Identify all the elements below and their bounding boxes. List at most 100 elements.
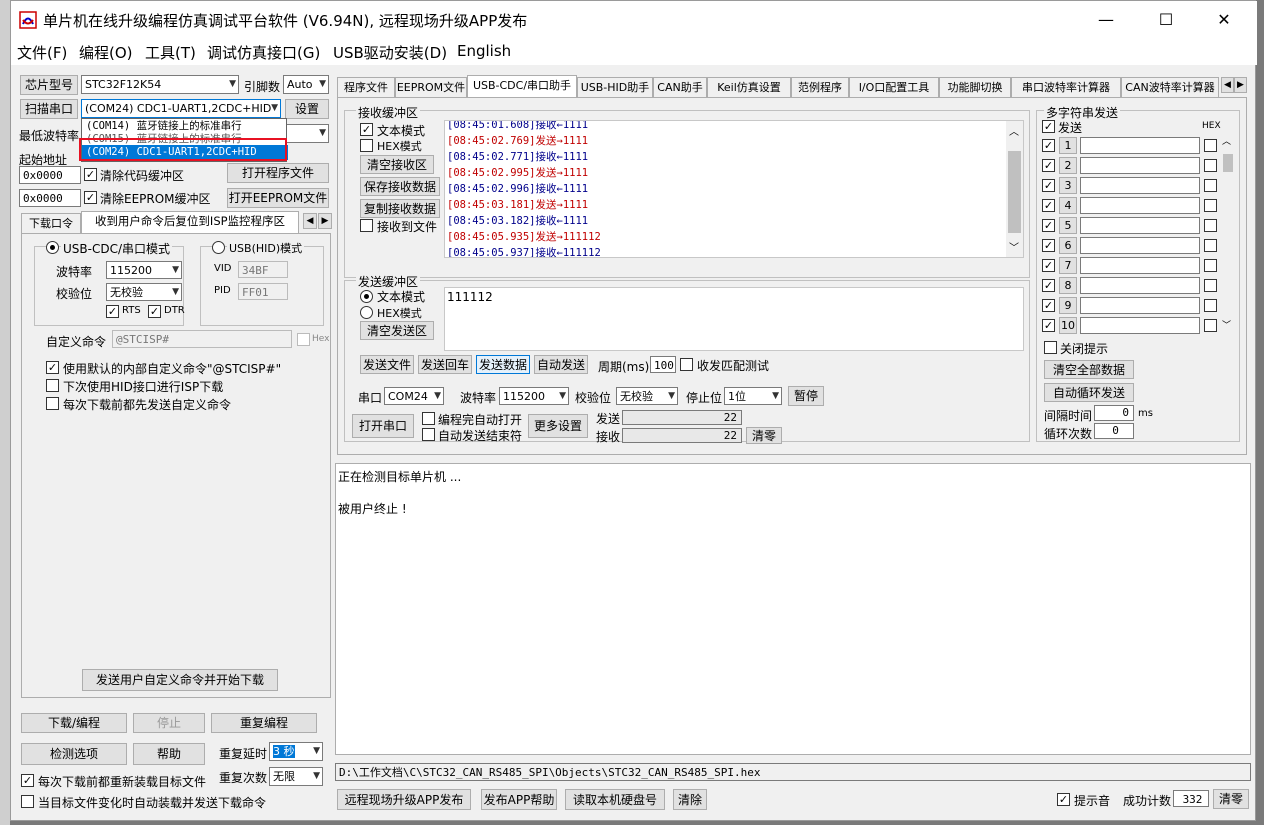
multi-row-checkbox[interactable]: ✓ [1042, 139, 1055, 152]
baud-select[interactable]: 115200 ▼ [106, 261, 182, 279]
receive-scrollbar[interactable]: ︿ ﹀ [1006, 121, 1023, 257]
dtr-checkbox[interactable]: ✓ [148, 305, 161, 318]
publish-help-button[interactable]: 发布APP帮助 [481, 789, 557, 810]
send-textarea[interactable]: 111112 [444, 287, 1024, 351]
menu-usb-driver[interactable]: USB驱动安装(D) [333, 42, 447, 63]
auto-open-checkbox[interactable] [422, 412, 435, 425]
help-button[interactable]: 帮助 [133, 743, 205, 765]
multi-row-send-button[interactable]: 3 [1059, 177, 1077, 194]
clear-all-button[interactable]: 清空全部数据 [1044, 360, 1134, 379]
repeat-delay-select[interactable]: 3 秒 ▼ [269, 742, 323, 761]
output-log[interactable]: 正在检测目标单片机 ... 被用户终止 ! [335, 463, 1251, 755]
menu-program[interactable]: 编程(O) [79, 42, 133, 63]
scan-port-button[interactable]: 扫描串口 [20, 99, 78, 119]
scroll-down-icon[interactable]: ﹀ [1009, 239, 1019, 254]
multi-row-input[interactable] [1080, 177, 1200, 194]
use-default-cmd-checkbox[interactable]: ✓ [46, 361, 59, 374]
menu-debug[interactable]: 调试仿真接口(G) [207, 42, 320, 63]
tab-download-password[interactable]: 下载口令 [21, 213, 81, 233]
multi-row-checkbox[interactable]: ✓ [1042, 299, 1055, 312]
send-text-mode-radio[interactable] [360, 290, 373, 303]
multi-send-all-checkbox[interactable]: ✓ [1042, 120, 1055, 133]
menu-file[interactable]: 文件(F) [17, 42, 67, 63]
title-bar[interactable]: 单片机在线升级编程仿真调试平台软件 (V6.94N), 远程现场升级APP发布 … [11, 1, 1257, 39]
send-file-button[interactable]: 发送文件 [360, 355, 414, 374]
port-select[interactable]: (COM24) CDC1-UART1,2CDC+HID ▼ [81, 99, 281, 118]
save-receive-button[interactable]: 保存接收数据 [360, 177, 440, 196]
auto-load-checkbox[interactable] [21, 795, 34, 808]
tab-usb-cdc-serial[interactable]: USB-CDC/串口助手 [467, 75, 577, 97]
open-program-button[interactable]: 打开程序文件 [227, 163, 329, 183]
multi-row-checkbox[interactable]: ✓ [1042, 179, 1055, 192]
auto-cycle-button[interactable]: 自动循环发送 [1044, 383, 1134, 402]
multi-row-checkbox[interactable]: ✓ [1042, 259, 1055, 272]
rts-checkbox[interactable]: ✓ [106, 305, 119, 318]
multi-row-input[interactable] [1080, 257, 1200, 274]
tab-scroll-right-icon[interactable]: ▶ [1234, 77, 1247, 93]
clear-code-checkbox[interactable]: ✓ [84, 168, 97, 181]
multi-row-send-button[interactable]: 6 [1059, 237, 1077, 254]
pause-button[interactable]: 暂停 [788, 386, 824, 406]
hex-checkbox[interactable] [297, 333, 310, 346]
send-data-button[interactable]: 发送数据 [476, 355, 530, 374]
multi-row-input[interactable] [1080, 157, 1200, 174]
tab-io-config[interactable]: I/O口配置工具 [849, 77, 939, 97]
multi-row-hex-checkbox[interactable] [1204, 299, 1217, 312]
stop-button[interactable]: 停止 [133, 713, 205, 733]
send-enter-button[interactable]: 发送回车 [418, 355, 472, 374]
download-program-button[interactable]: 下载/编程 [21, 713, 127, 733]
settings-button[interactable]: 设置 [285, 99, 329, 119]
tab-usb-hid[interactable]: USB-HID助手 [577, 77, 653, 97]
tab-program-file[interactable]: 程序文件 [337, 77, 395, 97]
reprogram-button[interactable]: 重复编程 [211, 713, 317, 733]
multi-row-send-button[interactable]: 9 [1059, 297, 1077, 314]
clear-count-button[interactable]: 清零 [746, 427, 782, 444]
read-disk-button[interactable]: 读取本机硬盘号 [565, 789, 665, 810]
multi-row-input[interactable] [1080, 217, 1200, 234]
tab-scroll-right-icon[interactable]: ▶ [318, 213, 332, 229]
multi-row-hex-checkbox[interactable] [1204, 259, 1217, 272]
clear-send-button[interactable]: 清空发送区 [360, 321, 434, 340]
clear-success-button[interactable]: 清零 [1213, 789, 1249, 809]
multi-scroll-thumb[interactable] [1223, 154, 1233, 172]
multi-row-input[interactable] [1080, 237, 1200, 254]
auto-send-button[interactable]: 自动发送 [534, 355, 588, 374]
multi-row-checkbox[interactable]: ✓ [1042, 279, 1055, 292]
cycle-input[interactable]: 0 [1094, 423, 1134, 439]
close-tips-checkbox[interactable] [1044, 341, 1057, 354]
multi-row-hex-checkbox[interactable] [1204, 239, 1217, 252]
tab-can[interactable]: CAN助手 [653, 77, 707, 97]
scroll-down-icon[interactable]: ﹀ [1222, 318, 1231, 331]
code-addr-input[interactable]: 0x0000 [19, 166, 81, 184]
send-custom-download-button[interactable]: 发送用户自定义命令并开始下载 [82, 669, 278, 691]
file-path-field[interactable]: D:\工作文档\C\STC32_CAN_RS485_SPI\Objects\ST… [335, 763, 1251, 781]
tab-eeprom-file[interactable]: EEPROM文件 [395, 77, 467, 97]
usb-hid-radio[interactable] [212, 241, 225, 254]
parity-select[interactable]: 无校验 ▼ [106, 283, 182, 301]
tab-can-baud-calc[interactable]: CAN波特率计算器 [1121, 77, 1219, 97]
tab-scroll-left-icon[interactable]: ◀ [303, 213, 317, 229]
eeprom-addr-input[interactable]: 0x0000 [19, 189, 81, 207]
auto-end-checkbox[interactable] [422, 428, 435, 441]
minimize-button[interactable]: — [1083, 5, 1129, 35]
clear-output-button[interactable]: 清除 [673, 789, 707, 810]
menu-english[interactable]: English [457, 42, 511, 60]
recv-hex-mode-checkbox[interactable] [360, 139, 373, 152]
receive-log[interactable]: [08:45:01.608]接收←1111 [08:45:02.769]发送→11… [444, 120, 1024, 258]
scroll-up-icon[interactable]: ︿ [1009, 123, 1019, 138]
chip-model-select[interactable]: STC32F12K54 ▼ [81, 75, 239, 94]
multi-row-checkbox[interactable]: ✓ [1042, 239, 1055, 252]
multi-row-hex-checkbox[interactable] [1204, 139, 1217, 152]
beep-checkbox[interactable]: ✓ [1057, 793, 1070, 806]
multi-row-input[interactable] [1080, 197, 1200, 214]
clear-eeprom-checkbox[interactable]: ✓ [84, 191, 97, 204]
multi-row-checkbox[interactable]: ✓ [1042, 159, 1055, 172]
period-input[interactable]: 100 [650, 356, 676, 373]
min-baud-select[interactable]: ▼ [283, 124, 329, 143]
multi-row-checkbox[interactable]: ✓ [1042, 219, 1055, 232]
usb-cdc-radio[interactable] [46, 241, 59, 254]
recv-text-mode-checkbox[interactable]: ✓ [360, 123, 373, 136]
interval-input[interactable]: 0 [1094, 405, 1134, 421]
multi-row-send-button[interactable]: 10 [1059, 317, 1077, 334]
multi-row-input[interactable] [1080, 137, 1200, 154]
